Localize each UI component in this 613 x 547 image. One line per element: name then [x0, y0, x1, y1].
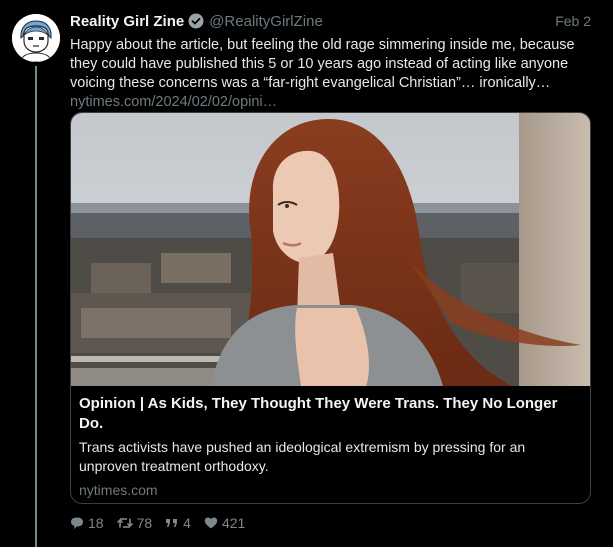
user-handle[interactable]: @RealityGirlZine — [209, 13, 323, 30]
avatar[interactable] — [12, 14, 60, 62]
tweet: Reality Girl Zine @RealityGirlZine Feb 2… — [0, 0, 613, 547]
tweet-link[interactable]: nytimes.com/2024/02/02/opini… — [70, 93, 590, 112]
retweet-button[interactable]: 78 — [116, 515, 153, 531]
like-button[interactable]: 421 — [204, 515, 245, 531]
quote-button[interactable]: 4 — [165, 515, 191, 531]
card-description: Trans activists have pushed an ideologic… — [79, 439, 526, 474]
card-title[interactable]: Opinion | As Kids, They Thought They Wer… — [79, 394, 582, 434]
tweet-text: Happy about the article, but feeling the… — [70, 36, 590, 112]
card-image — [71, 113, 590, 386]
tweet-content: Reality Girl Zine @RealityGirlZine Feb 2… — [70, 10, 593, 112]
display-name[interactable]: Reality Girl Zine — [70, 13, 184, 30]
retweet-icon — [116, 518, 133, 528]
heart-icon — [204, 517, 218, 529]
card-body: Opinion | As Kids, They Thought They Wer… — [71, 386, 590, 498]
card-domain: nytimes.com — [79, 482, 158, 498]
tweet-header: Reality Girl Zine @RealityGirlZine — [70, 10, 593, 32]
tweet-date[interactable]: Feb 2 — [555, 13, 591, 29]
retweet-count: 78 — [136, 515, 153, 531]
thread-line — [35, 66, 37, 547]
tweet-body: Happy about the article, but feeling the… — [70, 37, 575, 91]
like-count: 421 — [221, 515, 246, 531]
reply-button[interactable]: 18 — [70, 515, 104, 531]
reply-count: 18 — [88, 515, 104, 531]
comment-icon — [71, 517, 83, 529]
link-card[interactable]: Opinion | As Kids, They Thought They Wer… — [70, 112, 591, 504]
quote-icon — [166, 519, 178, 527]
tweet-actions: 18 78 4 421 — [70, 515, 258, 531]
quote-count: 4 — [183, 515, 191, 531]
verified-badge-icon — [188, 13, 204, 29]
